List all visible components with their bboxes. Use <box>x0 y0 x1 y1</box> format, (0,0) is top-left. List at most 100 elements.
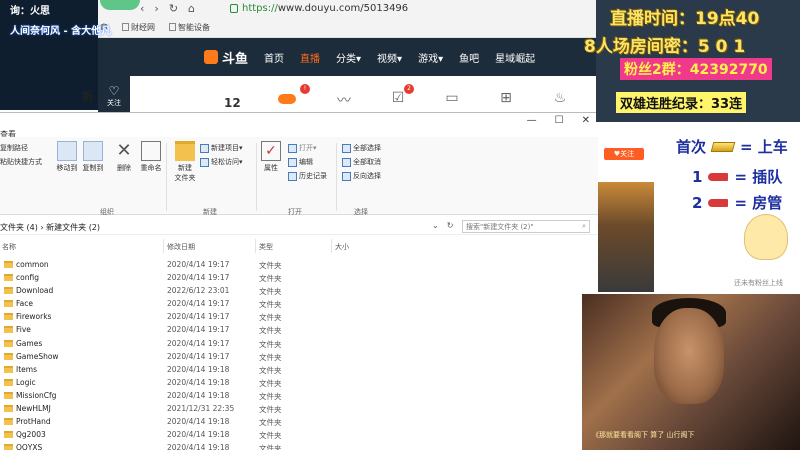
notification-badge: 2 <box>404 84 414 94</box>
file-name: common <box>16 260 49 269</box>
close-icon[interactable]: ✕ <box>582 115 590 126</box>
bookmark-item[interactable]: 智能设备 <box>169 20 210 34</box>
room-password-text: 8人场房间密：5 0 1 <box>584 37 746 57</box>
nav-item-games[interactable]: 游戏▾ <box>418 50 443 65</box>
cartoon-mascot-image <box>744 214 788 260</box>
folder-icon <box>4 352 13 360</box>
gift-icon[interactable]: ⊞ <box>494 90 518 110</box>
column-divider[interactable] <box>163 239 164 253</box>
stream-thumbnail[interactable] <box>598 182 654 292</box>
refresh-icon[interactable]: ↻ <box>447 221 454 230</box>
file-name: Games <box>16 338 43 348</box>
explorer-address-bar: 文件夹 (4) › 新建文件夹 (2) ⌄ ↻ ⌕ <box>0 219 598 235</box>
file-name: Items <box>16 364 37 374</box>
column-divider[interactable] <box>255 239 256 253</box>
rename-icon <box>141 141 161 161</box>
file-row[interactable]: Fireworks 2020/4/14 19:17 文件夹 <box>0 311 598 324</box>
rename-button[interactable]: 重命名 <box>136 141 166 173</box>
file-row[interactable]: Five 2020/4/14 19:17 文件夹 <box>0 324 598 337</box>
file-row[interactable]: MissionCfg 2020/4/14 19:18 文件夹 <box>0 390 598 403</box>
breadcrumb[interactable]: 文件夹 (4) › 新建文件夹 (2) <box>0 222 100 233</box>
file-date: 2020/4/14 19:18 <box>167 390 230 400</box>
select-all-button[interactable]: 全部选择 <box>342 143 381 153</box>
nav-item-live[interactable]: 直播 <box>300 50 320 65</box>
chevron-down-icon[interactable]: ⌄ <box>432 221 439 230</box>
search-box[interactable]: ⌕ <box>462 220 590 233</box>
file-row[interactable]: NewHLMJ 2021/12/31 22:35 文件夹 <box>0 403 598 416</box>
douyu-logo[interactable]: 斗鱼 <box>204 48 248 67</box>
ad-icon[interactable]: ▭ <box>440 90 464 110</box>
file-name: Five <box>16 325 31 335</box>
search-input[interactable] <box>466 222 574 231</box>
properties-button[interactable]: ✓ 属性 <box>256 141 286 173</box>
file-row[interactable]: config 2020/4/14 19:17 文件夹 <box>0 272 598 285</box>
ribbon-group-select: 选择 <box>354 208 368 216</box>
folder-icon <box>4 405 13 413</box>
ribbon-separator <box>166 143 167 211</box>
lock-icon <box>230 3 238 13</box>
new-item-button[interactable]: 新建项目▾ <box>200 143 243 153</box>
copy-path-button[interactable]: 复制路径 <box>0 143 28 153</box>
column-header-name[interactable]: 名称 <box>2 242 16 252</box>
file-row[interactable]: Face 2020/4/14 19:17 文件夹 <box>0 298 598 311</box>
stream-overlay-line: 人间奈何风 - 含大他凡 <box>10 26 112 37</box>
file-type: 文件夹 <box>259 391 282 401</box>
copy-to-button[interactable]: 复制到 <box>78 141 108 173</box>
folder-icon <box>4 313 13 321</box>
file-type: 文件夹 <box>259 339 282 349</box>
file-row[interactable]: Games 2020/4/14 19:17 文件夹 <box>0 338 598 351</box>
folder-icon <box>4 444 13 450</box>
file-date: 2020/4/14 19:17 <box>167 325 230 335</box>
nav-item-home[interactable]: 首页 <box>264 50 284 65</box>
file-row[interactable]: Logic 2020/4/14 19:18 文件夹 <box>0 377 598 390</box>
column-header-size[interactable]: 大小 <box>335 242 349 252</box>
column-divider[interactable] <box>331 239 332 253</box>
forward-icon[interactable]: › <box>154 2 158 15</box>
file-row[interactable]: GameShow 2020/4/14 19:17 文件夹 <box>0 351 598 364</box>
file-row[interactable]: QQYXS 2020/4/14 19:18 文件夹 <box>0 442 598 450</box>
folder-icon <box>4 274 13 282</box>
file-date: 2020/4/14 19:18 <box>167 377 230 387</box>
file-row[interactable]: common 2020/4/14 19:17 文件夹 <box>0 259 598 272</box>
window-controls: — ☐ ✕ <box>527 115 590 126</box>
file-name: NewHLMJ <box>16 404 51 414</box>
open-icon <box>288 143 297 153</box>
nav-item-yuba[interactable]: 鱼吧 <box>459 50 479 65</box>
pulse-icon[interactable]: 〰 <box>332 90 356 110</box>
invert-selection-button[interactable]: 反向选择 <box>342 171 381 181</box>
file-row[interactable]: Items 2020/4/14 19:18 文件夹 <box>0 364 598 377</box>
bookmark-item[interactable]: 财经网 <box>122 20 155 34</box>
room-level-number: 12 <box>224 96 241 110</box>
delete-button[interactable]: ✕ 删除 <box>109 141 139 173</box>
path-controls: ⌄ ↻ <box>432 221 453 230</box>
maximize-icon[interactable]: ☐ <box>555 115 564 126</box>
nav-item-star[interactable]: 星域崛起 <box>495 50 535 65</box>
minimize-icon[interactable]: — <box>527 115 537 126</box>
nav-item-video[interactable]: 视频▾ <box>377 50 402 65</box>
properties-check-icon: ✓ <box>261 141 281 161</box>
column-headers: 名称 修改日期 类型 大小 <box>0 239 598 253</box>
easy-access-button[interactable]: 轻松访问▾ <box>200 157 243 167</box>
ribbon-group-new: 新建 <box>203 208 217 216</box>
reload-icon[interactable]: ↻ <box>169 2 178 15</box>
paste-shortcut-button[interactable]: 粘贴快捷方式 <box>0 157 42 167</box>
document-icon <box>169 23 176 31</box>
flame-icon[interactable]: ♨ <box>548 90 572 110</box>
new-folder-button[interactable]: 新建 文件夹 <box>170 141 200 183</box>
file-row[interactable]: Download 2022/6/12 23:01 文件夹 <box>0 285 598 298</box>
follow-button[interactable]: ♥关注 <box>604 148 644 160</box>
address-bar[interactable]: https://www.douyu.com/5013496 <box>230 1 590 15</box>
gold-bar-icon <box>710 141 736 152</box>
file-row[interactable]: ProtHand 2020/4/14 19:18 文件夹 <box>0 416 598 429</box>
nav-item-category[interactable]: 分类▾ <box>336 50 361 65</box>
home-icon[interactable]: ⌂ <box>188 2 195 15</box>
column-header-type[interactable]: 类型 <box>259 242 273 252</box>
history-button[interactable]: 历史记录 <box>288 171 327 181</box>
column-header-date[interactable]: 修改日期 <box>167 242 195 252</box>
back-icon[interactable]: ‹ <box>140 2 144 15</box>
live-time-text: 直播时间：19点40 <box>610 9 760 29</box>
open-button[interactable]: 打开▾ <box>288 143 317 153</box>
select-none-button[interactable]: 全部取消 <box>342 157 381 167</box>
edit-button[interactable]: 编辑 <box>288 157 313 167</box>
file-row[interactable]: Qg2003 2020/4/14 19:18 文件夹 <box>0 429 598 442</box>
